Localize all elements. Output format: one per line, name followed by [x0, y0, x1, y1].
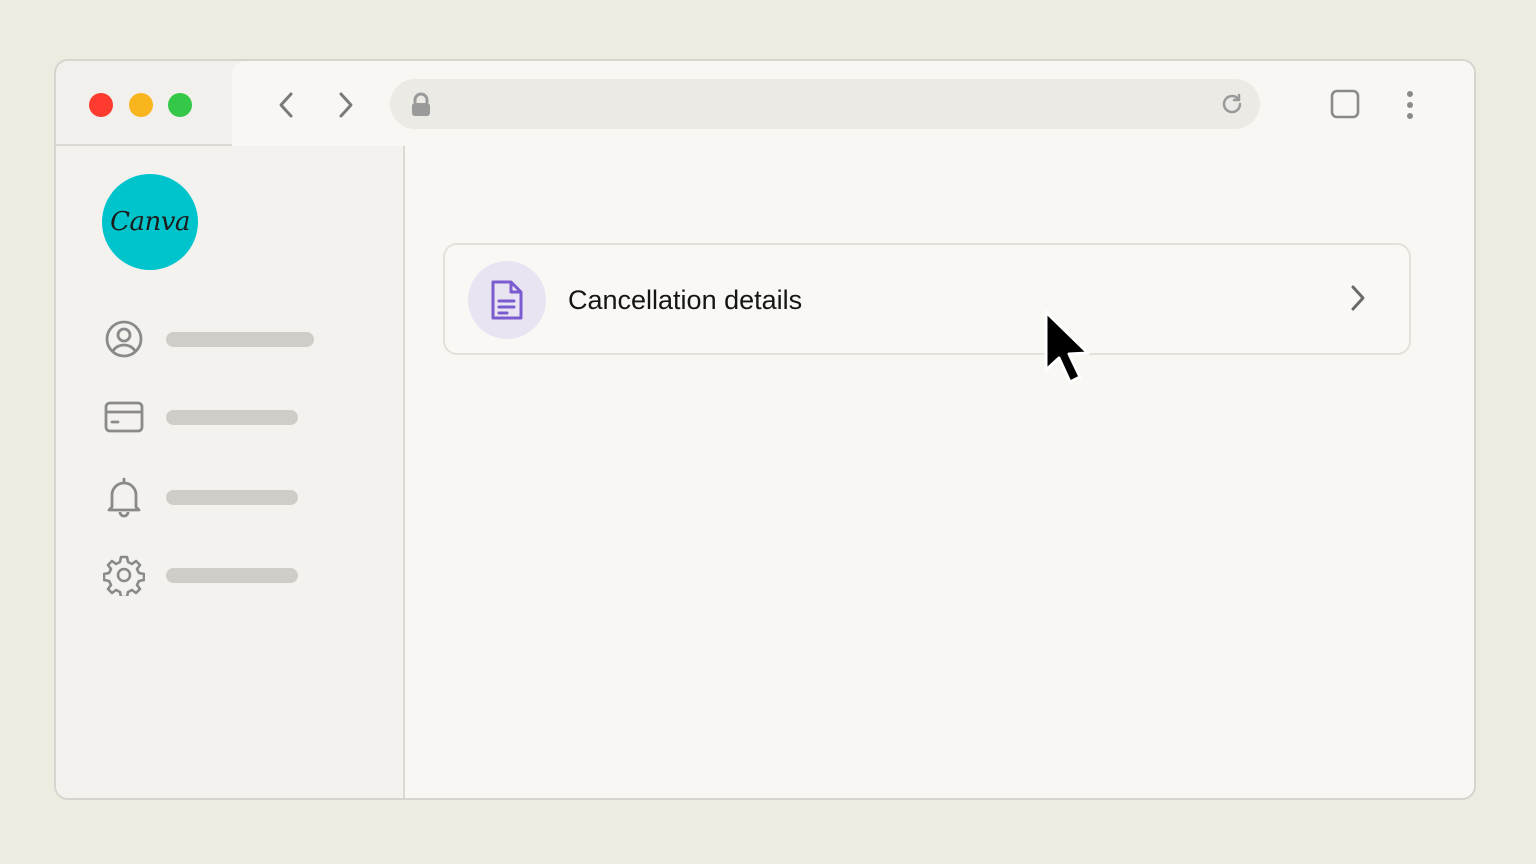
cancellation-details-card[interactable]: Cancellation details	[443, 243, 1411, 355]
tabs-icon[interactable]	[1330, 89, 1360, 119]
card-label: Cancellation details	[568, 285, 803, 315]
credit-card-icon	[102, 395, 146, 439]
account-icon	[102, 317, 146, 361]
reload-icon[interactable]	[1220, 92, 1244, 116]
sidebar-item-placeholder	[166, 331, 314, 347]
sidebar-item-account[interactable]	[102, 317, 362, 361]
document-icon	[491, 280, 523, 320]
sidebar-item-placeholder	[166, 489, 298, 505]
close-window-button[interactable]	[89, 93, 113, 117]
address-bar[interactable]	[390, 79, 1260, 129]
browser-titlebar	[56, 61, 1474, 146]
maximize-window-button[interactable]	[168, 93, 192, 117]
chevron-left-icon	[279, 92, 293, 118]
chevron-right-icon	[1351, 285, 1365, 311]
sidebar-item-billing[interactable]	[102, 395, 362, 439]
document-icon-badge	[468, 261, 546, 339]
main-content: Cancellation details	[405, 146, 1474, 798]
lock-icon	[412, 92, 430, 116]
browser-window: Canva Cancellation details	[54, 59, 1476, 800]
chevron-right-icon	[339, 92, 353, 118]
minimize-window-button[interactable]	[129, 93, 153, 117]
sidebar-item-placeholder	[166, 567, 298, 583]
sidebar-item-settings[interactable]	[102, 553, 362, 597]
sidebar-item-placeholder	[166, 409, 298, 425]
bell-icon	[102, 475, 146, 519]
gear-icon	[102, 553, 146, 597]
forward-button[interactable]	[328, 87, 364, 123]
sidebar-item-notifications[interactable]	[102, 475, 362, 519]
sidebar: Canva	[56, 146, 405, 798]
back-button[interactable]	[268, 87, 304, 123]
more-options-icon[interactable]	[1400, 89, 1420, 121]
canva-logo[interactable]: Canva	[102, 174, 198, 270]
